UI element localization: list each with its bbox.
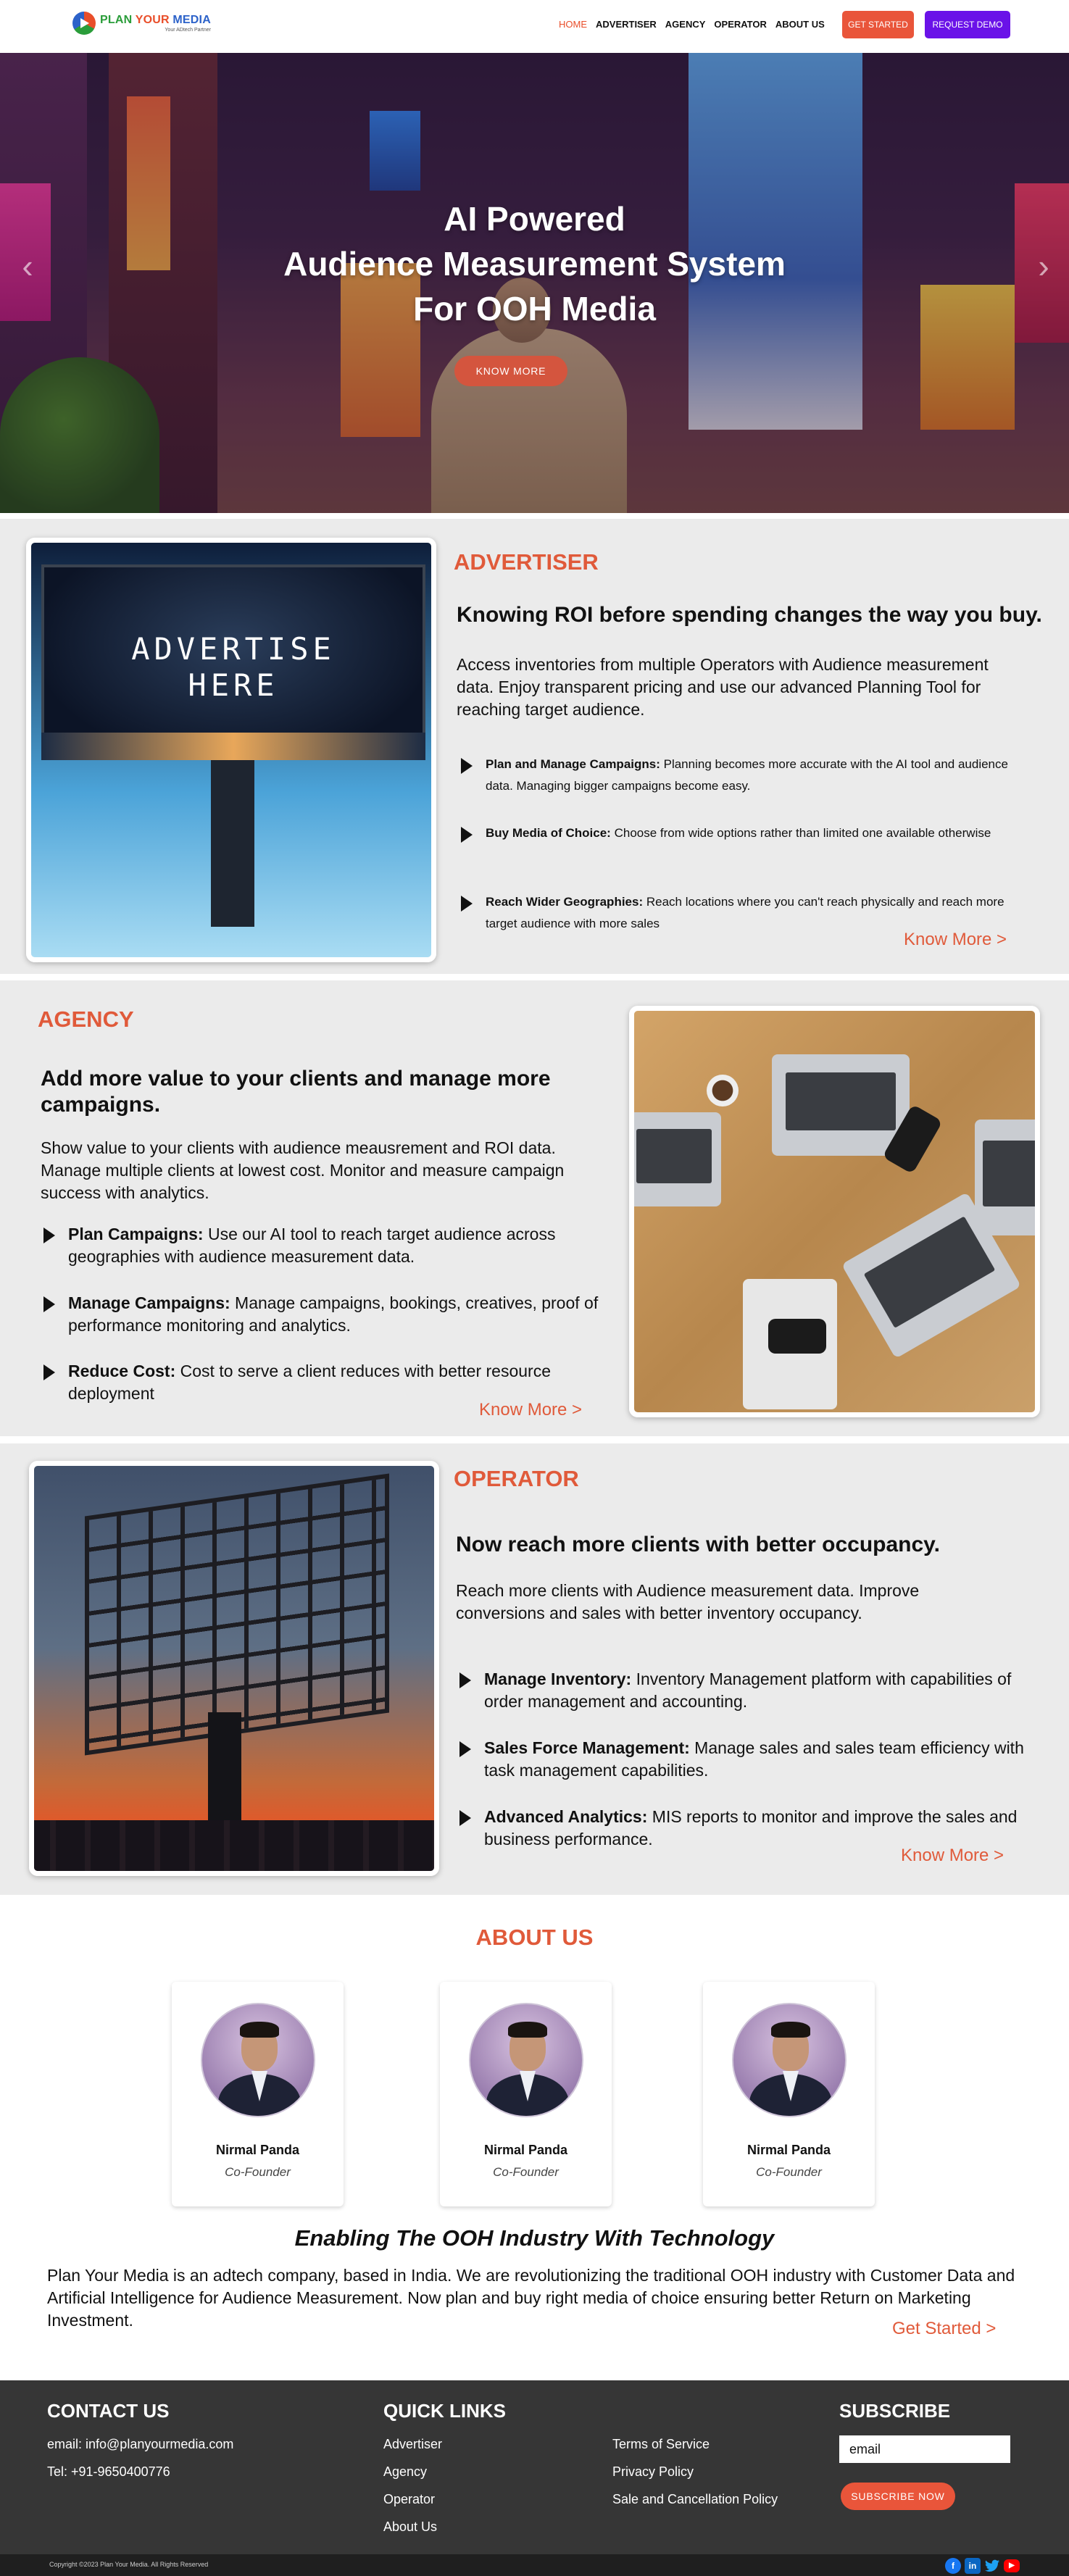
nav-about-us[interactable]: ABOUT US [775, 19, 825, 30]
subscribe-email-input[interactable] [839, 2435, 1010, 2463]
hero-carousel: AI Powered Audience Measurement System F… [0, 53, 1069, 513]
team-member-card: Nirmal Panda Co-Founder [440, 1982, 612, 2206]
advertiser-title: ADVERTISER [454, 549, 599, 575]
hero-title: AI Powered Audience Measurement System F… [283, 200, 786, 328]
agency-feature: Plan Campaigns: Use our AI tool to reach… [43, 1223, 602, 1268]
get-started-button[interactable]: GET STARTED [842, 11, 914, 38]
agency-feature: Reduce Cost: Cost to serve a client redu… [43, 1360, 602, 1405]
bullet-icon [459, 1741, 471, 1757]
quick-links-title: QUICK LINKS [383, 2400, 506, 2422]
member-name: Nirmal Panda [746, 2143, 831, 2157]
member-role: Co-Founder [493, 2165, 559, 2179]
advertiser-feature: Buy Media of Choice: Choose from wide op… [461, 822, 1026, 844]
member-role: Co-Founder [756, 2165, 822, 2179]
nav-home[interactable]: HOME [559, 19, 587, 30]
member-name: Nirmal Panda [483, 2143, 568, 2157]
member-role: Co-Founder [225, 2165, 291, 2179]
navbar: PLAN YOUR MEDIA Your ADtech Partner HOME… [0, 0, 1069, 53]
contact-title: CONTACT US [47, 2400, 170, 2422]
contact-phone: Tel: +91-9650400776 [47, 2464, 170, 2479]
logo-word-2: YOUR [135, 13, 170, 26]
operator-section: OPERATOR Now reach more clients with bet… [0, 1443, 1069, 1895]
nav-operator[interactable]: OPERATOR [714, 19, 766, 30]
footer-link-operator[interactable]: Operator [383, 2492, 435, 2507]
advertiser-know-more-link[interactable]: Know More > [904, 930, 1007, 950]
agency-desk-image [629, 1006, 1040, 1417]
copyright: Copyright ©2023 Plan Your Media. All Rig… [49, 2561, 209, 2568]
footer: CONTACT US email: info@planyourmedia.com… [0, 2380, 1069, 2554]
team-member-card: Nirmal Panda Co-Founder [703, 1982, 875, 2206]
bullet-icon [43, 1227, 55, 1243]
avatar [201, 2003, 315, 2117]
advertiser-feature: Reach Wider Geographies: Reach locations… [461, 891, 1026, 935]
footer-link-about-us[interactable]: About Us [383, 2519, 437, 2535]
logo-word-3: MEDIA [172, 13, 211, 26]
billboard-text-2: HERE [188, 667, 279, 703]
member-name: Nirmal Panda [215, 2143, 300, 2157]
facebook-icon[interactable]: f [945, 2558, 961, 2574]
agency-paragraph: Show value to your clients with audience… [41, 1138, 565, 1202]
nav-agency[interactable]: AGENCY [665, 19, 706, 30]
bullet-icon [43, 1364, 55, 1380]
team-member-card: Nirmal Panda Co-Founder [172, 1982, 344, 2206]
get-started-link[interactable]: Get Started > [892, 2319, 996, 2339]
advertiser-headline: Knowing ROI before spending changes the … [457, 603, 1042, 627]
operator-paragraph: Reach more clients with Audience measure… [456, 1581, 920, 1622]
avatar [469, 2003, 583, 2117]
twitter-icon[interactable] [984, 2558, 1000, 2574]
bullet-icon [43, 1296, 55, 1312]
avatar [732, 2003, 847, 2117]
contact-email: email: info@planyourmedia.com [47, 2437, 234, 2451]
chevron-left-icon[interactable]: ‹ [13, 240, 42, 292]
operator-feature: Advanced Analytics: MIS reports to monit… [459, 1806, 1039, 1851]
bottom-bar: Copyright ©2023 Plan Your Media. All Rig… [0, 2554, 1069, 2576]
subscribe-button[interactable]: SUBSCRIBE NOW [841, 2483, 955, 2510]
subscribe-title: SUBSCRIBE [839, 2400, 951, 2422]
youtube-icon[interactable]: ▶ [1004, 2559, 1020, 2572]
request-demo-button[interactable]: REQUEST DEMO [925, 11, 1010, 38]
footer-link-agency[interactable]: Agency [383, 2464, 427, 2480]
operator-headline: Now reach more clients with better occup… [456, 1533, 940, 1556]
footer-link-privacy[interactable]: Privacy Policy [612, 2464, 694, 2480]
operator-know-more-link[interactable]: Know More > [901, 1846, 1004, 1866]
agency-feature: Manage Campaigns: Manage campaigns, book… [43, 1292, 602, 1337]
logo-word-1: PLAN [100, 13, 133, 26]
footer-link-sale-policy[interactable]: Sale and Cancellation Policy [612, 2492, 778, 2507]
bullet-icon [461, 758, 473, 774]
logo-play-icon [72, 12, 96, 35]
advertiser-paragraph: Access inventories from multiple Operato… [457, 655, 989, 719]
agency-know-more-link[interactable]: Know More > [479, 1400, 582, 1420]
logo[interactable]: PLAN YOUR MEDIA Your ADtech Partner [72, 12, 211, 35]
logo-tagline: Your ADtech Partner [165, 27, 211, 33]
advertiser-billboard-image: ADVERTISE HERE [26, 538, 436, 962]
bullet-icon [461, 896, 473, 912]
hero-know-more-button[interactable]: KNOW MORE [454, 356, 567, 386]
footer-link-terms[interactable]: Terms of Service [612, 2437, 710, 2452]
billboard-text-1: ADVERTISE [131, 631, 336, 667]
advertiser-section: ADVERTISE HERE ADVERTISER Knowing ROI be… [0, 519, 1069, 974]
operator-title: OPERATOR [454, 1466, 579, 1491]
about-title: ABOUT US [475, 1925, 594, 1950]
bullet-icon [459, 1672, 471, 1688]
advertiser-feature: Plan and Manage Campaigns: Planning beco… [461, 754, 1026, 797]
operator-feature: Manage Inventory: Inventory Management p… [459, 1668, 1039, 1713]
linkedin-icon[interactable]: in [965, 2558, 981, 2574]
nav-links: HOME ADVERTISER AGENCY OPERATOR ABOUT US [559, 19, 825, 30]
chevron-right-icon[interactable]: › [1029, 240, 1058, 292]
operator-billboard-image [29, 1461, 439, 1876]
bullet-icon [461, 827, 473, 843]
bullet-icon [459, 1810, 471, 1826]
nav-advertiser[interactable]: ADVERTISER [596, 19, 657, 30]
agency-title: AGENCY [38, 1006, 134, 1032]
about-tagline: Enabling The OOH Industry With Technolog… [294, 2225, 775, 2251]
operator-feature: Sales Force Management: Manage sales and… [459, 1737, 1039, 1782]
footer-link-advertiser[interactable]: Advertiser [383, 2437, 442, 2452]
agency-headline: Add more value to your clients and manag… [41, 1067, 551, 1117]
agency-section: AGENCY Add more value to your clients an… [0, 980, 1069, 1436]
about-paragraph: Plan Your Media is an adtech company, ba… [47, 2266, 1015, 2330]
about-section: ABOUT US Nirmal Panda Co-Founder Nirmal … [0, 1895, 1069, 2380]
